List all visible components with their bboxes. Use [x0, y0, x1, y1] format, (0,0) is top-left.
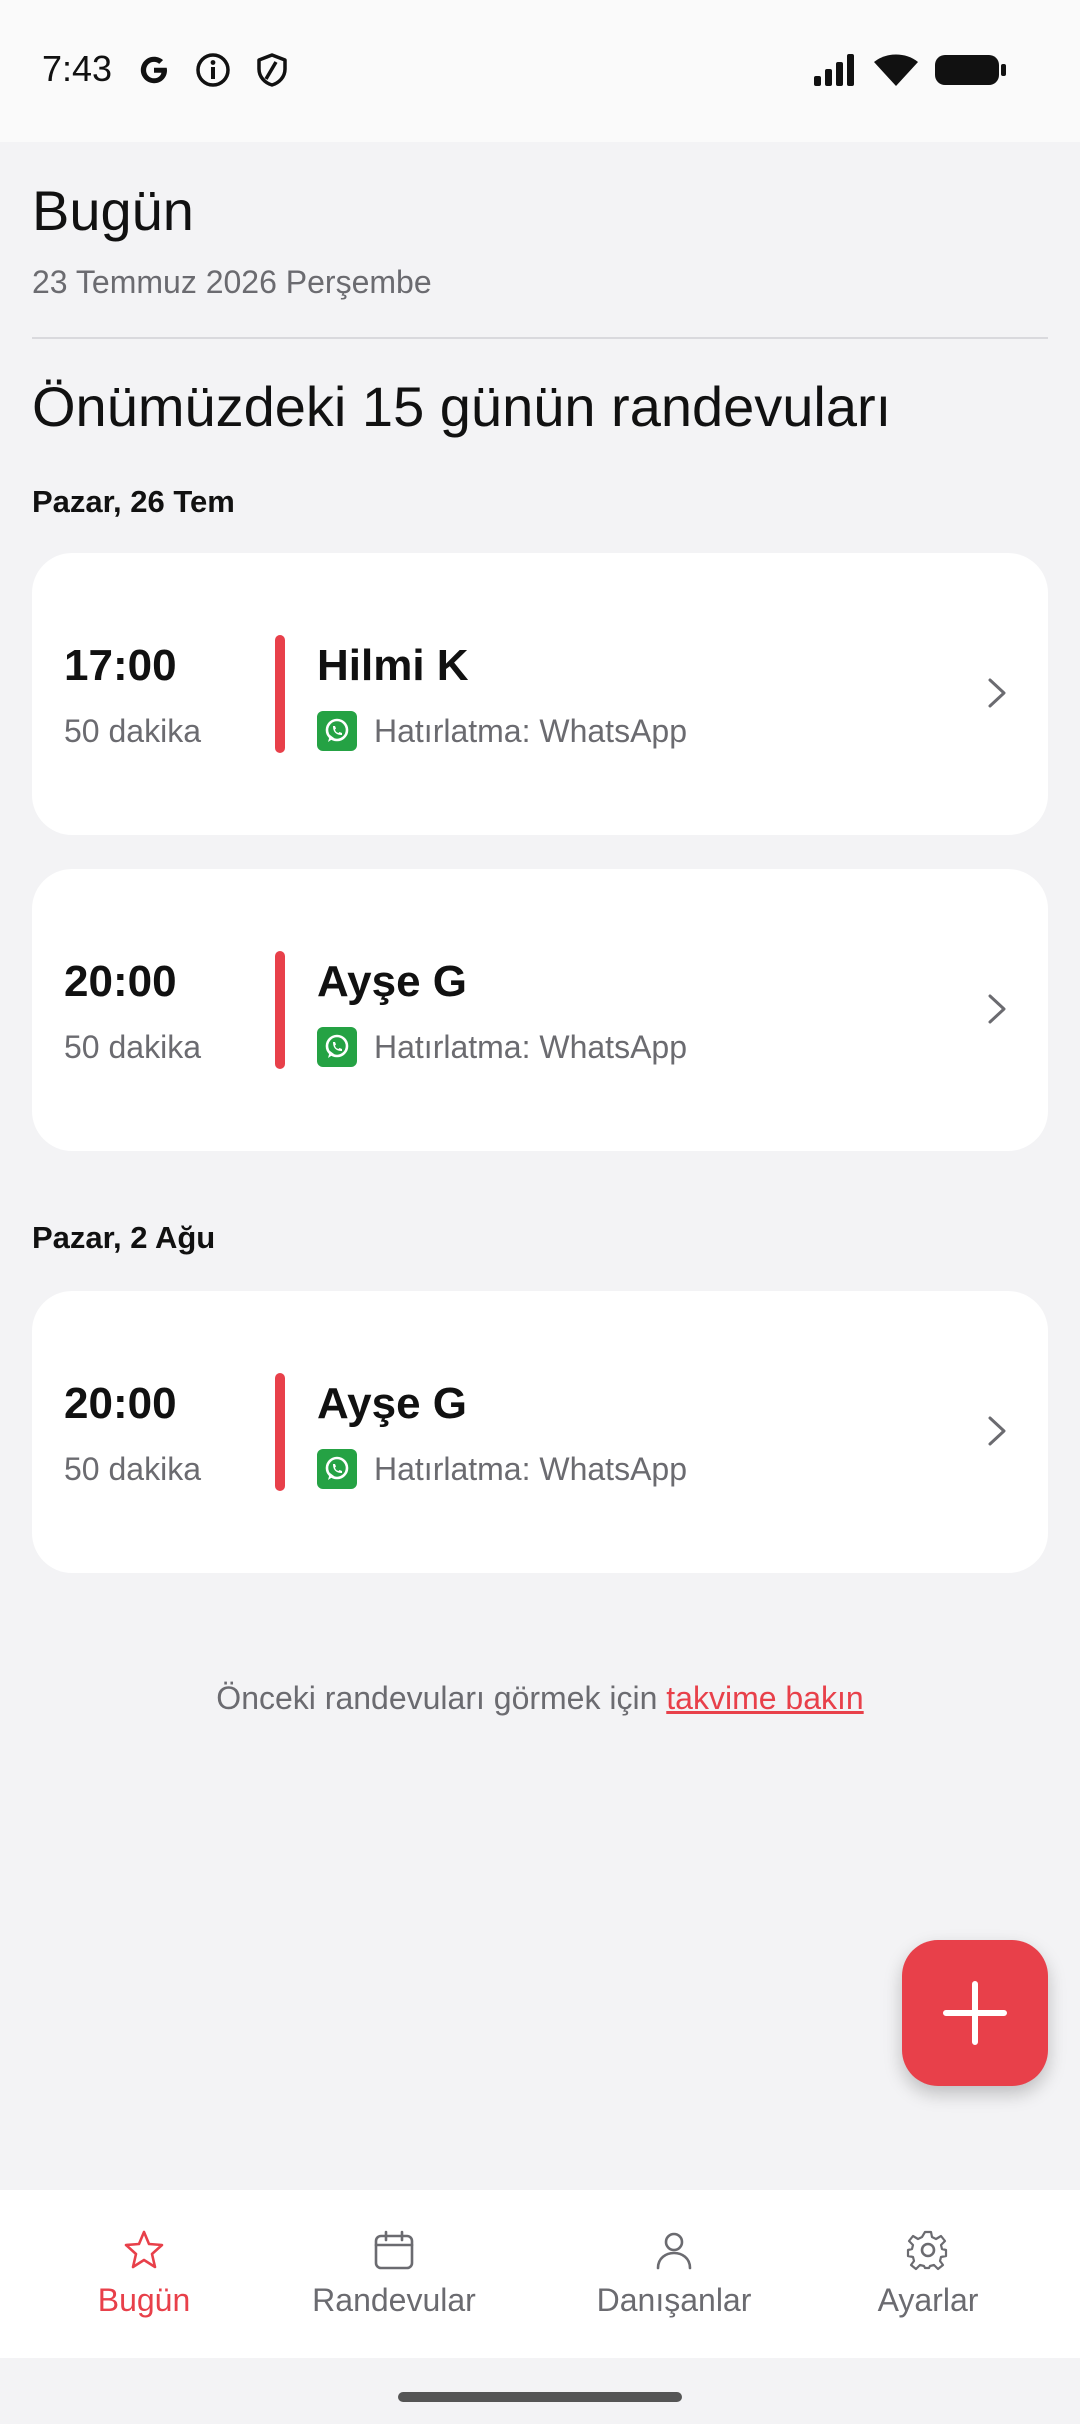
- status-bar-indicator: [275, 951, 285, 1069]
- status-bar-indicator: [275, 635, 285, 753]
- appointment-card[interactable]: 20:00 50 dakika Ayşe G Hatırlatma: Whats…: [32, 1291, 1048, 1573]
- whatsapp-icon: [317, 1449, 357, 1489]
- status-bar: 7:43: [0, 0, 1080, 142]
- page-date: 23 Temmuz 2026 Perşembe: [32, 264, 432, 300]
- client-name: Hilmi K: [317, 641, 469, 690]
- nav-item-clients[interactable]: Danışanlar: [554, 2190, 794, 2358]
- previous-appointments-note: Önceki randevuları görmek için takvime b…: [0, 1680, 1080, 1717]
- nav-item-settings[interactable]: Ayarlar: [808, 2190, 1048, 2358]
- nav-label: Bugün: [97, 2282, 191, 2318]
- home-indicator[interactable]: [398, 2392, 682, 2402]
- nav-label: Danışanlar: [596, 2282, 752, 2318]
- section-title: Önümüzdeki 15 günün randevuları: [32, 375, 892, 438]
- whatsapp-icon: [317, 1027, 357, 1067]
- reminder-text: Hatırlatma: WhatsApp: [374, 1029, 687, 1065]
- reminder-text: Hatırlatma: WhatsApp: [374, 713, 687, 749]
- status-time: 7:43: [42, 48, 113, 89]
- nav-label: Randevular: [312, 2282, 476, 2318]
- signal-icon: [814, 54, 854, 86]
- day-header: Pazar, 2 Ağu: [32, 1220, 216, 1255]
- appointment-card[interactable]: 20:00 50 dakika Ayşe G Hatırlatma: Whats…: [32, 869, 1048, 1151]
- nav-item-today[interactable]: Bugün: [24, 2190, 264, 2358]
- chevron-right-icon: [988, 994, 1006, 1024]
- nav-label: Ayarlar: [877, 2282, 979, 2318]
- appointment-duration: 50 dakika: [64, 1451, 201, 1487]
- google-icon: [140, 56, 167, 84]
- status-bar-indicator: [275, 1373, 285, 1491]
- day-header: Pazar, 26 Tem: [32, 484, 235, 519]
- wifi-icon: [874, 54, 918, 86]
- appointment-duration: 50 dakika: [64, 1029, 201, 1065]
- calendar-link[interactable]: takvime bakın: [666, 1680, 863, 1716]
- appointment-time: 17:00: [64, 641, 177, 690]
- page-title: Bugün: [32, 179, 194, 242]
- bottom-navigation: Bugün Randevular Danışanlar Ayarlar: [0, 2190, 1080, 2358]
- whatsapp-icon: [317, 711, 357, 751]
- add-appointment-button[interactable]: [902, 1940, 1048, 2086]
- client-name: Ayşe G: [317, 1379, 468, 1428]
- nav-item-appointments[interactable]: Randevular: [274, 2190, 514, 2358]
- appointment-time: 20:00: [64, 957, 177, 1006]
- chevron-right-icon: [988, 678, 1006, 708]
- info-icon: [196, 53, 230, 87]
- calendar-icon: [374, 2230, 414, 2270]
- battery-icon: [935, 55, 1006, 85]
- client-name: Ayşe G: [317, 957, 468, 1006]
- plus-icon: [943, 1981, 1007, 2045]
- shield-icon: [257, 53, 287, 87]
- gear-icon: [906, 2230, 948, 2271]
- appointment-card[interactable]: 17:00 50 dakika Hilmi K Hatırlatma: What…: [32, 553, 1048, 835]
- chevron-right-icon: [988, 1416, 1006, 1446]
- reminder-text: Hatırlatma: WhatsApp: [374, 1451, 687, 1487]
- appointment-time: 20:00: [64, 1379, 177, 1428]
- star-icon: [124, 2230, 164, 2269]
- person-icon: [656, 2232, 692, 2270]
- note-text: Önceki randevuları görmek için: [216, 1680, 667, 1716]
- gesture-area: [0, 2358, 1080, 2424]
- divider: [32, 337, 1048, 339]
- appointment-duration: 50 dakika: [64, 713, 201, 749]
